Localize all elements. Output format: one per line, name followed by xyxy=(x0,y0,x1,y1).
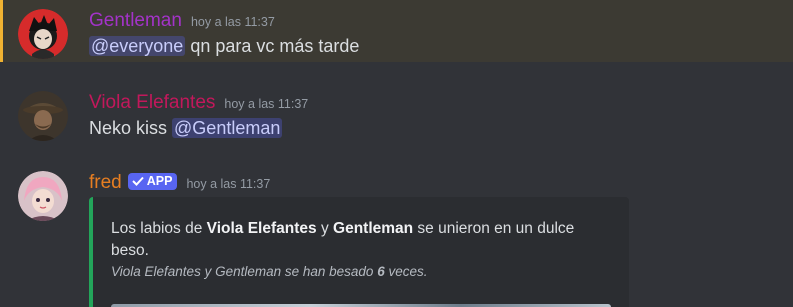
message-content: @everyone qn para vc más tarde xyxy=(89,36,359,57)
chat-message-list: Gentleman hoy a las 11:37 @everyone qn p… xyxy=(0,0,793,307)
author-name[interactable]: Viola Elefantes xyxy=(89,92,215,114)
message-text: qn para vc más tarde xyxy=(185,36,360,56)
mention-user[interactable]: @Gentleman xyxy=(172,118,283,138)
message-item[interactable]: Gentleman hoy a las 11:37 @everyone qn p… xyxy=(0,0,793,62)
embed-name-bold: Gentleman xyxy=(333,220,414,237)
mention-everyone[interactable]: @everyone xyxy=(89,36,186,56)
embed-name-bold: Viola Elefantes xyxy=(206,220,317,237)
avatar[interactable] xyxy=(18,171,68,221)
timestamp[interactable]: hoy a las 11:37 xyxy=(191,15,275,29)
check-icon xyxy=(132,176,144,186)
message-content: Neko kiss @Gentleman xyxy=(89,118,283,139)
embed-footer-text: Viola Elefantes y Gentleman se han besad… xyxy=(111,264,378,279)
author-name[interactable]: fred xyxy=(89,172,122,194)
embed-text: Los labios de xyxy=(111,220,207,237)
message-item[interactable]: Viola Elefantes hoy a las 11:37 Neko kis… xyxy=(0,82,793,148)
embed-text: y xyxy=(316,220,334,237)
avatar[interactable] xyxy=(18,91,68,141)
app-badge: APP xyxy=(127,172,178,190)
embed-description: Los labios de Viola Elefantes y Gentlema… xyxy=(111,218,611,262)
timestamp[interactable]: hoy a las 11:37 xyxy=(186,177,270,191)
message-text: Neko kiss xyxy=(89,118,173,138)
badge-label: APP xyxy=(146,174,173,188)
timestamp[interactable]: hoy a las 11:37 xyxy=(224,97,308,111)
kiss-count: 6 xyxy=(377,264,385,279)
embed-footer: Viola Elefantes y Gentleman se han besad… xyxy=(111,264,427,279)
embed-footer-text: veces. xyxy=(384,264,428,279)
avatar[interactable] xyxy=(18,9,68,59)
message-embed: Los labios de Viola Elefantes y Gentlema… xyxy=(89,197,629,307)
author-name[interactable]: Gentleman xyxy=(89,10,182,32)
